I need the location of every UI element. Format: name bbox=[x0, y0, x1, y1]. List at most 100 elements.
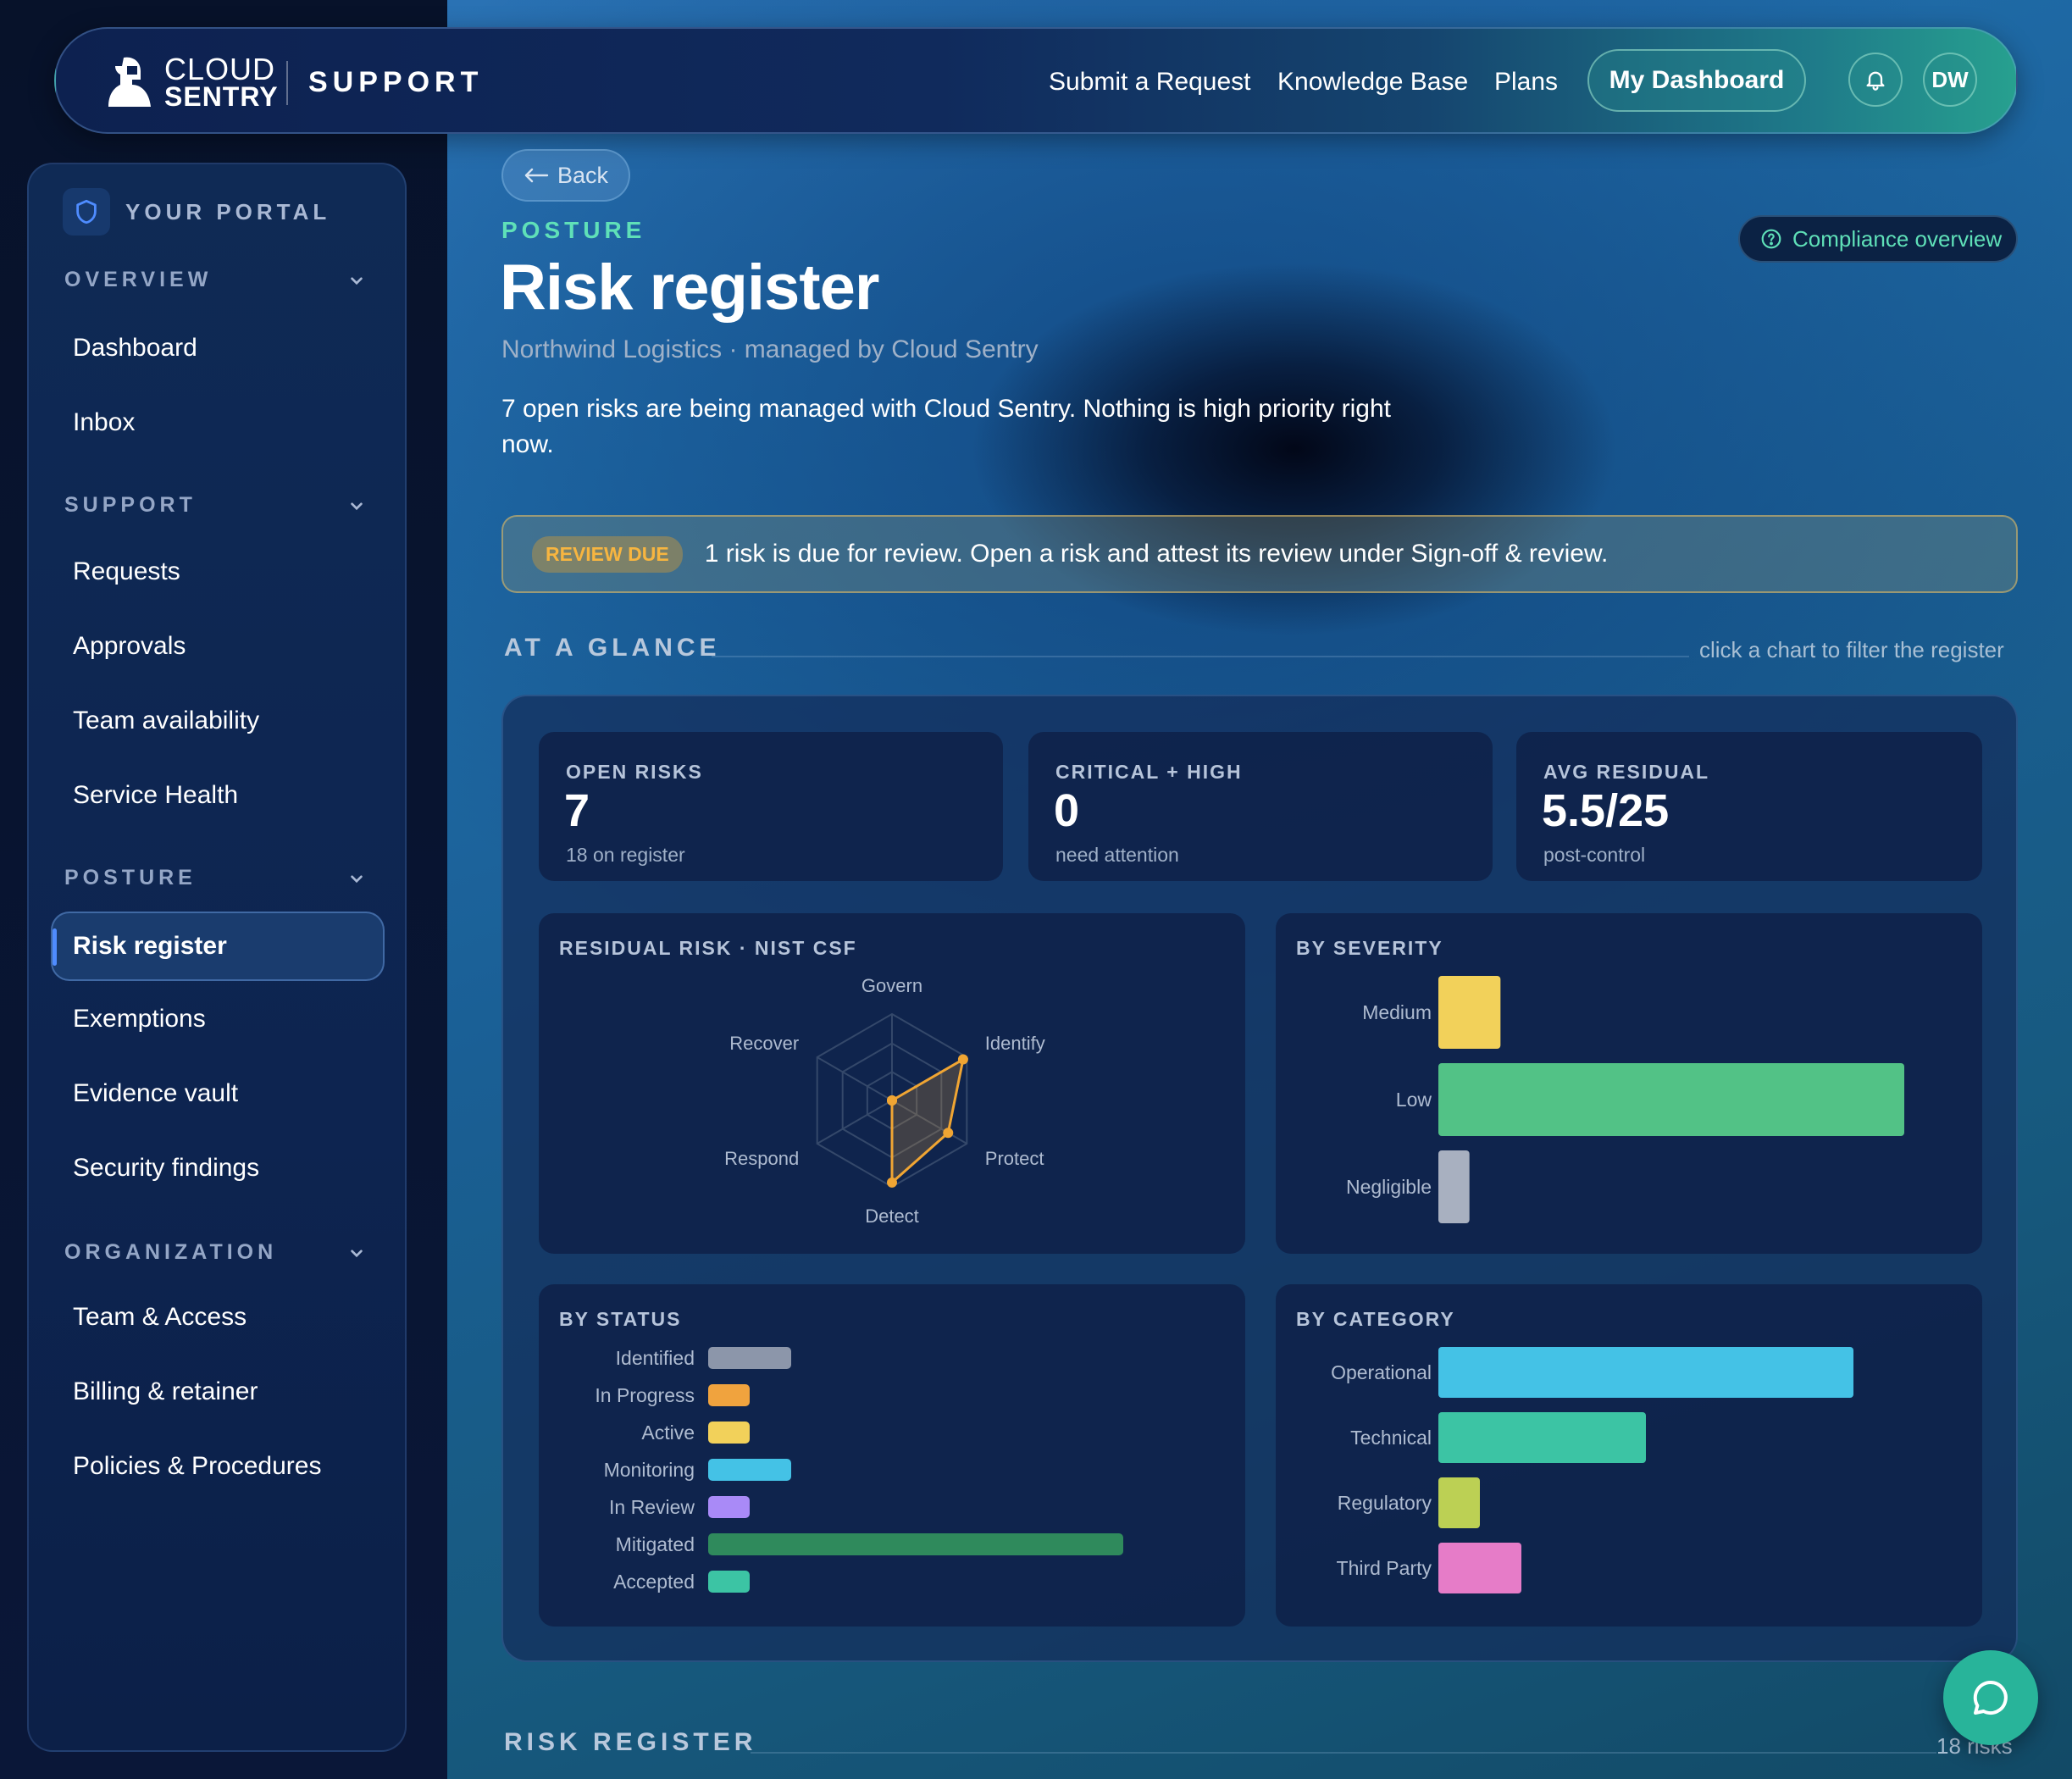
kpi-avg-residual[interactable]: AVG RESIDUAL 5.5/25 post-control bbox=[1516, 732, 1982, 881]
my-dashboard-button[interactable]: My Dashboard bbox=[1587, 49, 1806, 112]
bar-category-label: Medium bbox=[1362, 1001, 1432, 1023]
bar bbox=[1438, 1063, 1904, 1136]
sidebar-item-evidence-vault[interactable]: Evidence vault bbox=[73, 1079, 238, 1108]
category-chart: Operational Technical Regulatory Third Part… bbox=[1331, 1347, 1853, 1593]
radar-axis-label: Protect bbox=[985, 1148, 1044, 1169]
chat-bubble-icon bbox=[1973, 1680, 2008, 1715]
sidebar-item-service-health[interactable]: Service Health bbox=[73, 781, 238, 810]
bar bbox=[1438, 1412, 1646, 1463]
kpi-value: 0 bbox=[1054, 785, 1080, 836]
sidebar-item-security-findings[interactable]: Security findings bbox=[73, 1154, 259, 1183]
bar bbox=[1438, 1347, 1853, 1398]
chat-button[interactable] bbox=[1943, 1650, 2038, 1745]
review-due-badge: REVIEW DUE bbox=[532, 535, 683, 573]
bar-category-label: Mitigated bbox=[616, 1533, 695, 1555]
portal-header: YOUR PORTAL bbox=[63, 188, 330, 236]
bar bbox=[708, 1422, 750, 1444]
kpi-label: AVG RESIDUAL bbox=[1543, 761, 1710, 783]
kpi-subtext: post-control bbox=[1543, 844, 1646, 866]
brand-line-1: CLOUD bbox=[164, 52, 276, 86]
sidebar-item-requests[interactable]: Requests bbox=[73, 557, 180, 586]
nav-submit-request[interactable]: Submit a Request bbox=[1049, 68, 1250, 97]
bar-category-label: Regulatory bbox=[1338, 1492, 1432, 1514]
category-chart-card[interactable]: BY CATEGORY Operational Technical Regulato… bbox=[1276, 1284, 1982, 1627]
brand-logo[interactable]: CLOUD SENTRY bbox=[103, 54, 279, 110]
glance-section-header: AT A GLANCE bbox=[504, 634, 721, 662]
section-organization-title[interactable]: ORGANIZATION bbox=[64, 1240, 277, 1265]
sidebar-item-team-access[interactable]: Team & Access bbox=[73, 1303, 247, 1332]
review-alert[interactable]: REVIEW DUE 1 risk is due for review. Ope… bbox=[501, 515, 2018, 593]
page-subtitle: Northwind Logistics · managed by Cloud S… bbox=[501, 335, 1039, 363]
bar-category-label: Accepted bbox=[613, 1571, 695, 1593]
bar bbox=[708, 1384, 750, 1406]
radar-axis-label: Govern bbox=[861, 975, 922, 996]
section-divider bbox=[751, 1752, 1936, 1754]
shield-icon bbox=[63, 188, 110, 236]
radar-axis-label: Respond bbox=[724, 1148, 799, 1169]
page-eyebrow: POSTURE bbox=[501, 217, 646, 243]
back-label: Back bbox=[557, 162, 609, 188]
help-circle-icon bbox=[1761, 229, 1781, 249]
sidebar-item-risk-register[interactable]: Risk register bbox=[51, 912, 385, 981]
kpi-open-risks[interactable]: OPEN RISKS 7 18 on register bbox=[539, 732, 1003, 881]
bar-category-label: Monitoring bbox=[604, 1459, 695, 1481]
kpi-subtext: need attention bbox=[1055, 844, 1179, 866]
chevron-down-icon[interactable] bbox=[346, 495, 368, 517]
section-posture-title[interactable]: POSTURE bbox=[64, 866, 197, 890]
sidebar-item-team-availability[interactable]: Team availability bbox=[73, 707, 259, 735]
register-section-header: RISK REGISTER bbox=[504, 1728, 756, 1757]
bar-category-label: Operational bbox=[1331, 1361, 1432, 1383]
section-support-title[interactable]: SUPPORT bbox=[64, 493, 197, 518]
sidebar-item-exemptions[interactable]: Exemptions bbox=[73, 1005, 206, 1034]
sidebar-item-approvals[interactable]: Approvals bbox=[73, 632, 186, 661]
brand-divider bbox=[286, 61, 288, 105]
chevron-down-icon[interactable] bbox=[346, 867, 368, 890]
glance-hint: click a chart to filter the register bbox=[1699, 637, 2004, 662]
sidebar-item-billing-retainer[interactable]: Billing & retainer bbox=[73, 1377, 258, 1406]
chevron-down-icon[interactable] bbox=[346, 1242, 368, 1264]
glance-panel: OPEN RISKS 7 18 on register CRITICAL + H… bbox=[501, 695, 2018, 1662]
compliance-overview-label: Compliance overview bbox=[1792, 225, 2003, 252]
nav-knowledge-base[interactable]: Knowledge Base bbox=[1277, 68, 1468, 97]
radar-point bbox=[887, 1177, 897, 1188]
kpi-critical-high[interactable]: CRITICAL + HIGH 0 need attention bbox=[1028, 732, 1493, 881]
bar bbox=[1438, 1477, 1480, 1528]
sidebar-item-policies-procedures[interactable]: Policies & Procedures bbox=[73, 1452, 321, 1481]
avatar[interactable]: DW bbox=[1923, 53, 1977, 107]
radar-chart: Govern Identify Protect Detect Respond Recove… bbox=[724, 975, 1045, 1227]
bar-category-label: Identified bbox=[616, 1347, 695, 1369]
compliance-overview-button[interactable]: Compliance overview bbox=[1738, 215, 2018, 263]
radar-chart-card[interactable]: RESIDUAL RISK · NIST CSF Govern Identify P… bbox=[539, 913, 1245, 1254]
bar bbox=[708, 1496, 750, 1518]
sidebar: YOUR PORTAL OVERVIEW Dashboard Inbox SUP… bbox=[27, 163, 407, 1752]
kpi-label: CRITICAL + HIGH bbox=[1055, 761, 1243, 783]
bell-icon bbox=[1866, 71, 1885, 91]
portal-title: YOUR PORTAL bbox=[125, 198, 331, 224]
radar-point bbox=[887, 1095, 897, 1106]
brand-line-2: SENTRY bbox=[164, 81, 279, 112]
bar bbox=[708, 1571, 750, 1593]
kpi-value: 5.5/25 bbox=[1542, 785, 1670, 836]
radar-axis-label: Identify bbox=[985, 1033, 1045, 1054]
page-title: Risk register bbox=[500, 252, 879, 324]
sidebar-item-inbox[interactable]: Inbox bbox=[73, 408, 135, 437]
nav-plans[interactable]: Plans bbox=[1494, 68, 1558, 97]
register-section-title: RISK REGISTER bbox=[504, 1728, 757, 1756]
bar-category-label: In Review bbox=[609, 1496, 695, 1518]
back-button[interactable]: Back bbox=[501, 149, 630, 202]
severity-chart-card[interactable]: BY SEVERITY Medium Low Negligible bbox=[1276, 913, 1982, 1254]
chevron-down-icon[interactable] bbox=[346, 269, 368, 291]
section-divider bbox=[712, 656, 1689, 657]
severity-chart: Medium Low Negligible bbox=[1346, 976, 1904, 1223]
bar-category-label: Third Party bbox=[1337, 1557, 1432, 1579]
status-chart-card[interactable]: BY STATUS Identified In Progress Active Mon… bbox=[539, 1284, 1245, 1627]
notifications-button[interactable] bbox=[1848, 53, 1903, 107]
page-summary: 7 open risks are being managed with Clou… bbox=[501, 395, 1391, 458]
radar-point bbox=[943, 1128, 954, 1139]
bar-category-label: In Progress bbox=[595, 1384, 695, 1406]
bar bbox=[1438, 1150, 1470, 1223]
radar-axis-label: Detect bbox=[865, 1205, 919, 1227]
bar-category-label: Technical bbox=[1350, 1427, 1432, 1449]
sidebar-item-dashboard[interactable]: Dashboard bbox=[73, 334, 197, 363]
section-overview-title[interactable]: OVERVIEW bbox=[64, 268, 212, 292]
